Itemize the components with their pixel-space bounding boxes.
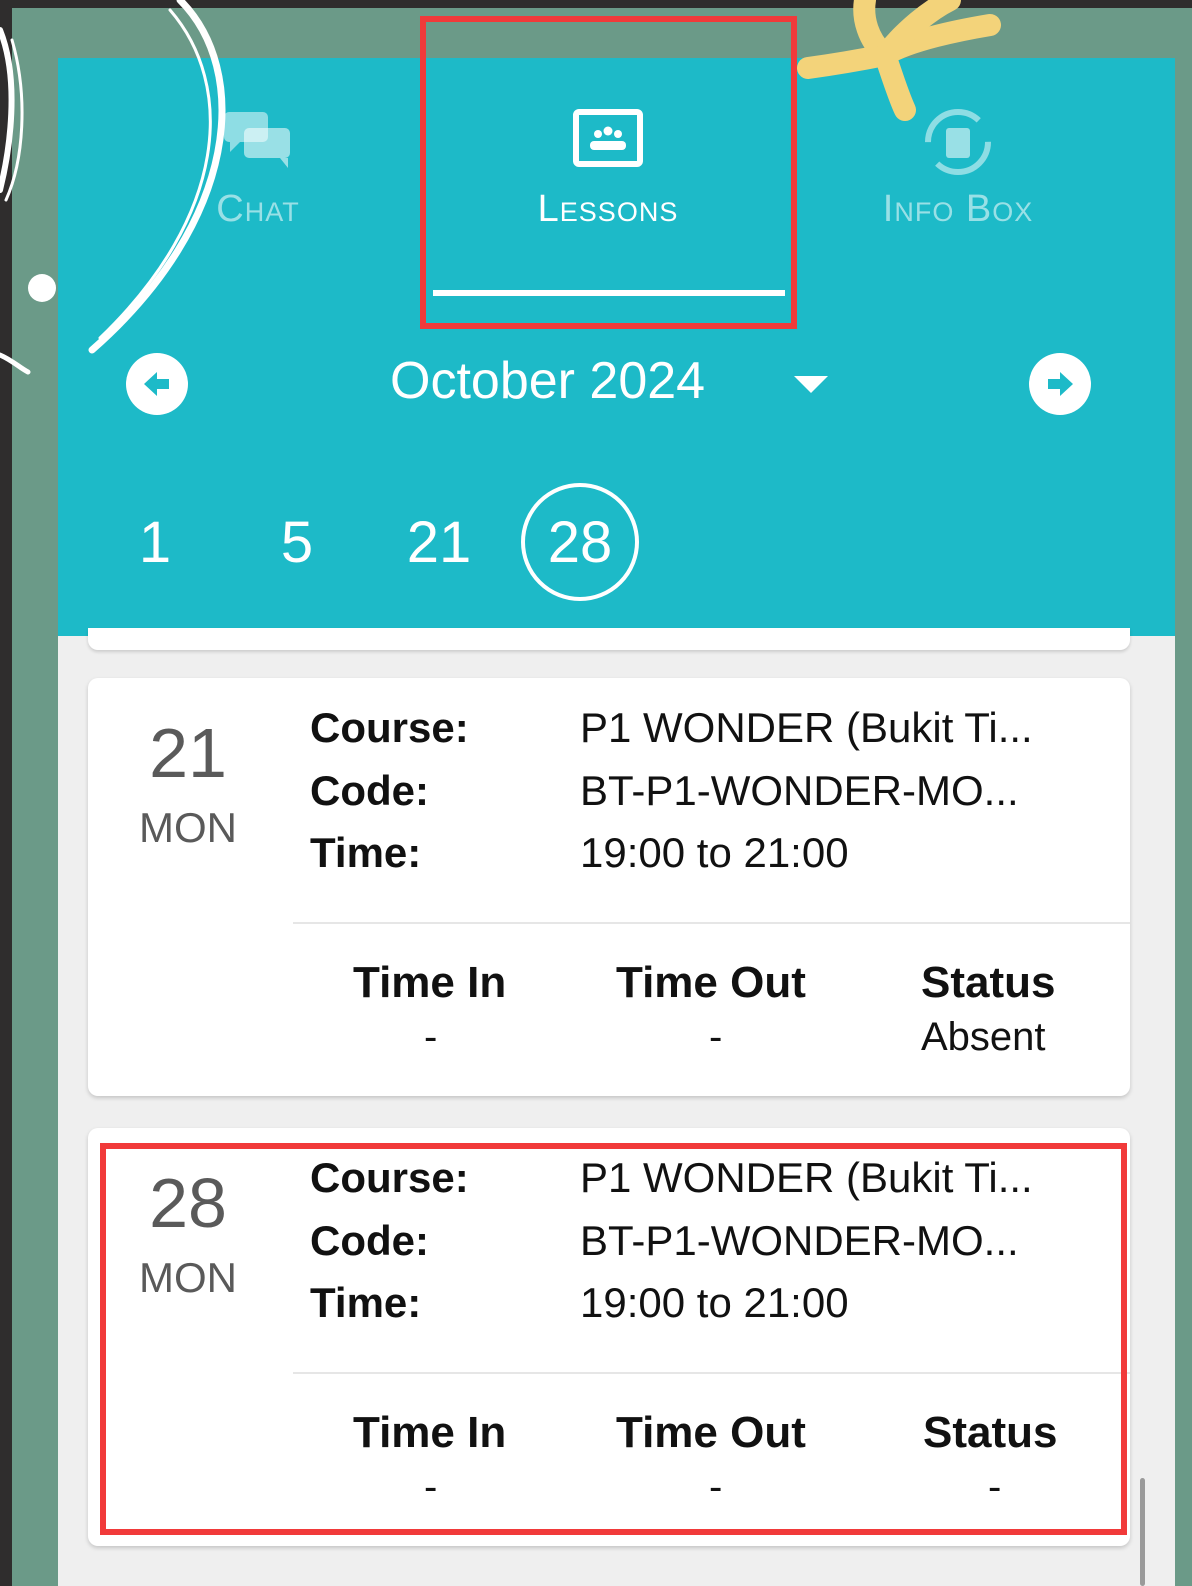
card-divider (293, 922, 1130, 924)
lesson-card[interactable]: 21 MON Course: P1 WONDER (Bukit Ti... Co… (88, 678, 1130, 1096)
info-box-sync-icon (925, 109, 991, 175)
card-divider (293, 1372, 1130, 1374)
time-value: 19:00 to 21:00 (580, 1279, 849, 1326)
code-label: Code: (310, 1217, 429, 1264)
tab-lessons[interactable]: Lessons (433, 58, 783, 298)
time-out-value: - (709, 1015, 723, 1059)
month-selector[interactable]: October 2024 (390, 351, 705, 411)
arrow-left-icon (144, 372, 169, 396)
date-chip-selected[interactable]: 28 (521, 483, 639, 601)
time-out-value: - (709, 1465, 723, 1509)
lesson-weekday: MON (139, 1254, 237, 1301)
dark-frame-edge-top (0, 0, 1192, 8)
tab-chat[interactable]: Chat (83, 58, 433, 298)
lesson-day-number: 21 (149, 714, 227, 792)
time-label: Time: (310, 1279, 422, 1326)
month-navigation: October 2024 (58, 343, 1175, 423)
date-chip[interactable]: 1 (96, 483, 214, 601)
code-value: BT-P1-WONDER-MO... (580, 767, 1019, 814)
code-value: BT-P1-WONDER-MO... (580, 1217, 1019, 1264)
course-value: P1 WONDER (Bukit Ti... (580, 1154, 1033, 1201)
time-value: 19:00 to 21:00 (580, 829, 849, 876)
tab-info-box-label: Info Box (882, 188, 1034, 230)
tab-lessons-label: Lessons (537, 188, 679, 230)
classroom-board-icon (573, 109, 643, 167)
white-dot-icon (28, 274, 56, 302)
scrollbar-thumb[interactable] (1140, 1478, 1145, 1586)
time-out-header: Time Out (616, 958, 806, 1007)
date-chip[interactable]: 21 (380, 483, 498, 601)
status-value: - (988, 1465, 1002, 1509)
previous-lesson-card-edge (88, 628, 1130, 650)
status-header: Status (921, 958, 1056, 1007)
time-label: Time: (310, 829, 422, 876)
active-tab-indicator (433, 290, 785, 296)
lesson-day-number: 28 (149, 1164, 227, 1242)
course-value: P1 WONDER (Bukit Ti... (580, 704, 1033, 751)
time-in-value: - (424, 1015, 438, 1059)
arrow-right-icon (1048, 372, 1073, 396)
code-label: Code: (310, 767, 429, 814)
time-in-value: - (424, 1465, 438, 1509)
dark-frame-edge (0, 0, 12, 1586)
app-header: Chat Lessons Info Box October 2024 1 5 2… (58, 58, 1175, 636)
chevron-down-icon[interactable] (794, 376, 828, 393)
next-month-button[interactable] (1029, 353, 1091, 415)
app-screen: Chat Lessons Info Box October 2024 1 5 2… (58, 58, 1175, 1586)
chat-bubbles-icon (224, 112, 290, 168)
previous-month-button[interactable] (126, 353, 188, 415)
status-header: Status (923, 1408, 1058, 1457)
tab-chat-label: Chat (216, 188, 300, 230)
lesson-card[interactable]: 28 MON Course: P1 WONDER (Bukit Ti... Co… (88, 1128, 1130, 1546)
time-out-header: Time Out (616, 1408, 806, 1457)
tab-info-box[interactable]: Info Box (783, 58, 1133, 298)
status-value: Absent (921, 1015, 1046, 1059)
course-label: Course: (310, 704, 469, 751)
course-label: Course: (310, 1154, 469, 1201)
time-in-header: Time In (353, 1408, 507, 1457)
lesson-weekday: MON (139, 804, 237, 851)
time-in-header: Time In (353, 958, 507, 1007)
date-chip[interactable]: 5 (238, 483, 356, 601)
